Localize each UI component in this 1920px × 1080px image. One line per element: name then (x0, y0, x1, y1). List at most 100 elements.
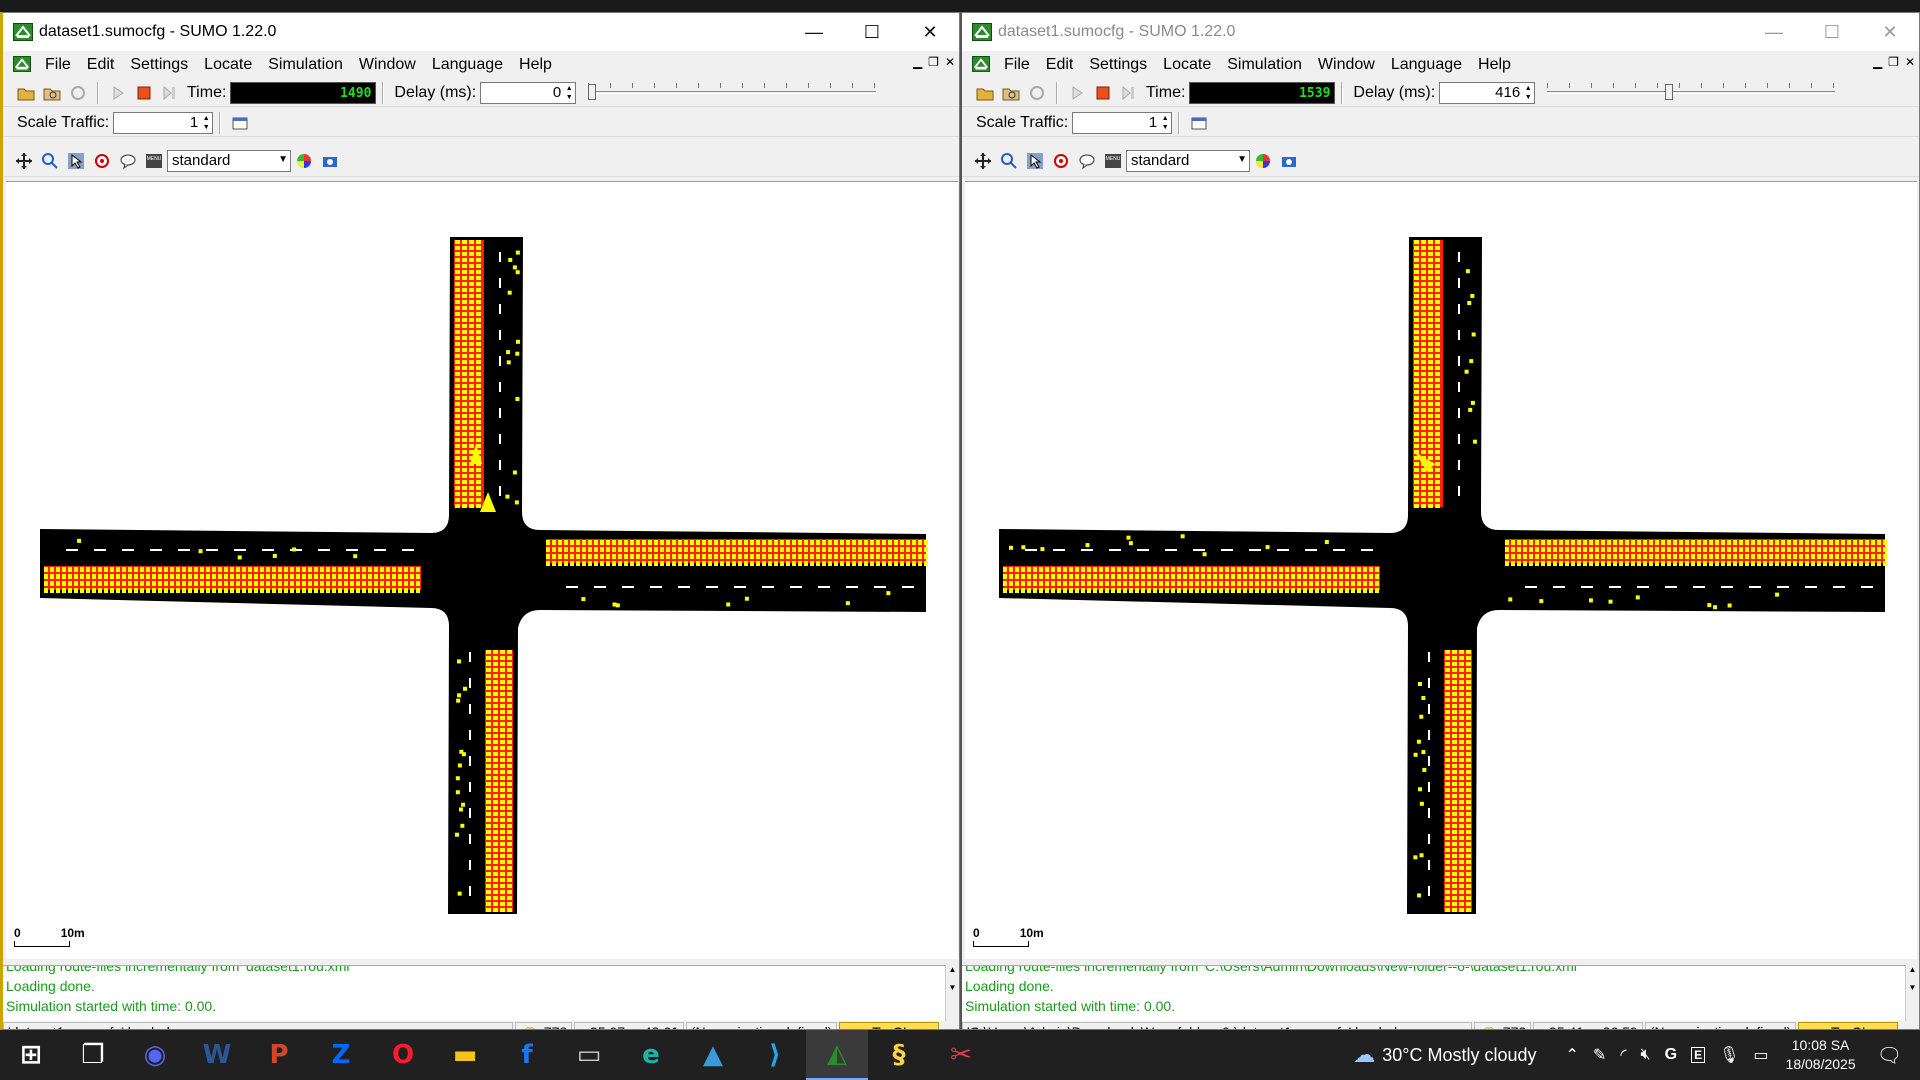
tray-app-icon[interactable]: ✎ (1593, 1045, 1606, 1065)
color-wheel-icon[interactable] (293, 150, 315, 172)
open-folder-icon[interactable] (974, 82, 996, 104)
scale-traffic-input[interactable]: 1 ▲ ▼ (1072, 111, 1173, 134)
recenter-icon[interactable] (972, 150, 994, 172)
menu-help[interactable]: Help (1478, 56, 1511, 74)
grammarly-icon[interactable]: G (1665, 1046, 1677, 1064)
select-pointer-icon[interactable] (65, 150, 87, 172)
sumo-window-right[interactable]: dataset1.sumocfg - SUMO 1.22.0— ☐ ✕ File Edi… (960, 12, 1920, 1030)
clock[interactable]: 10:08 SA 18/08/2025 (1786, 1036, 1856, 1074)
road-network[interactable] (6, 182, 958, 960)
ime-icon[interactable]: E (1691, 1047, 1706, 1063)
tooltip-icon[interactable] (1076, 150, 1098, 172)
microphone-icon[interactable]: 🎙︎ (1719, 1045, 1739, 1065)
discord-taskbar-button[interactable]: ◉ (124, 1030, 186, 1080)
network-canvas[interactable]: 0 10m (965, 181, 1917, 959)
close-icon[interactable]: ✕ (901, 13, 959, 51)
inspect-icon[interactable] (1050, 150, 1072, 172)
message-scrollbar[interactable]: ▲ ▼ (945, 965, 959, 1021)
notification-icon[interactable]: 🗨︎ (1877, 1043, 1902, 1068)
task-view-taskbar-button[interactable]: ❐ (62, 1030, 124, 1080)
calendar-icon[interactable] (229, 112, 251, 134)
snipping-taskbar-button[interactable]: ✂ (930, 1030, 992, 1080)
recenter-icon[interactable] (13, 150, 35, 172)
reload-folder-icon[interactable] (41, 82, 63, 104)
menu-locate[interactable]: Locate (204, 56, 252, 74)
delay-slider[interactable] (1543, 82, 1839, 104)
delay-slider[interactable] (584, 82, 880, 104)
delay-input[interactable]: 416 ▲ ▼ (1439, 81, 1536, 104)
maximize-icon[interactable]: ☐ (1803, 13, 1861, 51)
start-taskbar-button[interactable]: ⊞ (0, 1030, 62, 1080)
network-canvas[interactable]: 0 10m (6, 181, 958, 959)
tooltip-icon[interactable] (117, 150, 139, 172)
menu-language[interactable]: Language (1391, 56, 1462, 74)
run-icon[interactable] (107, 82, 129, 104)
reload-icon[interactable] (67, 82, 89, 104)
menu-language[interactable]: Language (432, 56, 503, 74)
menu-simulation[interactable]: Simulation (268, 56, 343, 74)
menu-edit[interactable]: Edit (87, 56, 115, 74)
camera-icon[interactable] (1278, 150, 1300, 172)
sumo-taskbar-button[interactable]: ◭ (806, 1030, 868, 1080)
road-network[interactable] (965, 182, 1917, 960)
opera-taskbar-button[interactable]: O (372, 1030, 434, 1080)
menu-file[interactable]: File (1004, 56, 1030, 74)
word-taskbar-button[interactable]: W (186, 1030, 248, 1080)
color-wheel-icon[interactable] (1252, 150, 1274, 172)
calendar-icon[interactable] (1188, 112, 1210, 134)
facebook-taskbar-button[interactable]: f (496, 1030, 558, 1080)
stop-icon[interactable] (1092, 82, 1114, 104)
python-taskbar-button[interactable]: § (868, 1030, 930, 1080)
spinner-arrows-icon[interactable]: ▲ ▼ (1160, 114, 1170, 132)
weather-text[interactable]: 30°C Mostly cloudy (1382, 1045, 1536, 1066)
step-icon[interactable] (159, 82, 181, 104)
chevron-down-icon[interactable]: ▼ (278, 154, 288, 165)
reload-icon[interactable] (1026, 82, 1048, 104)
message-panel[interactable]: Loading route-files incrementally from '… (962, 965, 1908, 1021)
delay-input[interactable]: 0 ▲ ▼ (480, 81, 577, 104)
zalo-taskbar-button[interactable]: Z (310, 1030, 372, 1080)
powerpoint-taskbar-button[interactable]: P (248, 1030, 310, 1080)
zoom-icon[interactable] (39, 150, 61, 172)
menu-locate[interactable]: Locate (1163, 56, 1211, 74)
open-folder-icon[interactable] (15, 82, 37, 104)
inspect-icon[interactable] (91, 150, 113, 172)
menu-icon[interactable]: MENU (1102, 150, 1124, 172)
weather-cloud-icon[interactable]: ☁ (1353, 1042, 1375, 1068)
run-icon[interactable] (1066, 82, 1088, 104)
sumo-window-left[interactable]: dataset1.sumocfg - SUMO 1.22.0— ☐ ✕ File Edi… (0, 12, 960, 1030)
mdi-restore-icon[interactable]: ❐ (928, 55, 939, 69)
reload-folder-icon[interactable] (1000, 82, 1022, 104)
zoom-icon[interactable] (998, 150, 1020, 172)
minimize-icon[interactable]: — (1745, 13, 1803, 51)
spinner-arrows-icon[interactable]: ▲ ▼ (201, 114, 211, 132)
menu-icon[interactable]: MENU (143, 150, 165, 172)
menu-settings[interactable]: Settings (1089, 56, 1147, 74)
mdi-minimize-icon[interactable]: ▁ (913, 55, 922, 69)
photos-taskbar-button[interactable]: ▲ (682, 1030, 744, 1080)
title-bar[interactable]: dataset1.sumocfg - SUMO 1.22.0— ☐ ✕ (962, 13, 1919, 51)
scheme-select[interactable]: standard ▼ (167, 149, 291, 172)
menu-help[interactable]: Help (519, 56, 552, 74)
mdi-restore-icon[interactable]: ❐ (1888, 55, 1899, 69)
step-icon[interactable] (1118, 82, 1140, 104)
select-pointer-icon[interactable] (1024, 150, 1046, 172)
battery-icon[interactable]: ▭ (1753, 1045, 1768, 1065)
chevron-down-icon[interactable]: ▼ (1237, 154, 1247, 165)
minimize-icon[interactable]: — (785, 13, 843, 51)
wifi-icon[interactable]: ◜ (1620, 1045, 1626, 1065)
delay-slider-thumb[interactable] (588, 83, 597, 100)
mdi-minimize-icon[interactable]: ▁ (1873, 55, 1882, 69)
spinner-arrows-icon[interactable]: ▲ ▼ (564, 84, 574, 102)
title-bar[interactable]: dataset1.sumocfg - SUMO 1.22.0— ☐ ✕ (3, 13, 959, 51)
menu-simulation[interactable]: Simulation (1227, 56, 1302, 74)
maximize-icon[interactable]: ☐ (843, 13, 901, 51)
mdi-close-icon[interactable]: ✕ (1905, 55, 1915, 69)
speaker-muted-icon[interactable]: 🔇︎ (1641, 1046, 1651, 1064)
menu-window[interactable]: Window (1318, 56, 1375, 74)
edge-taskbar-button[interactable]: e (620, 1030, 682, 1080)
menu-edit[interactable]: Edit (1046, 56, 1074, 74)
message-scrollbar[interactable]: ▲ ▼ (1905, 965, 1919, 1021)
terminal-taskbar-button[interactable]: ▭ (558, 1030, 620, 1080)
file-explorer-taskbar-button[interactable]: ▬ (434, 1030, 496, 1080)
